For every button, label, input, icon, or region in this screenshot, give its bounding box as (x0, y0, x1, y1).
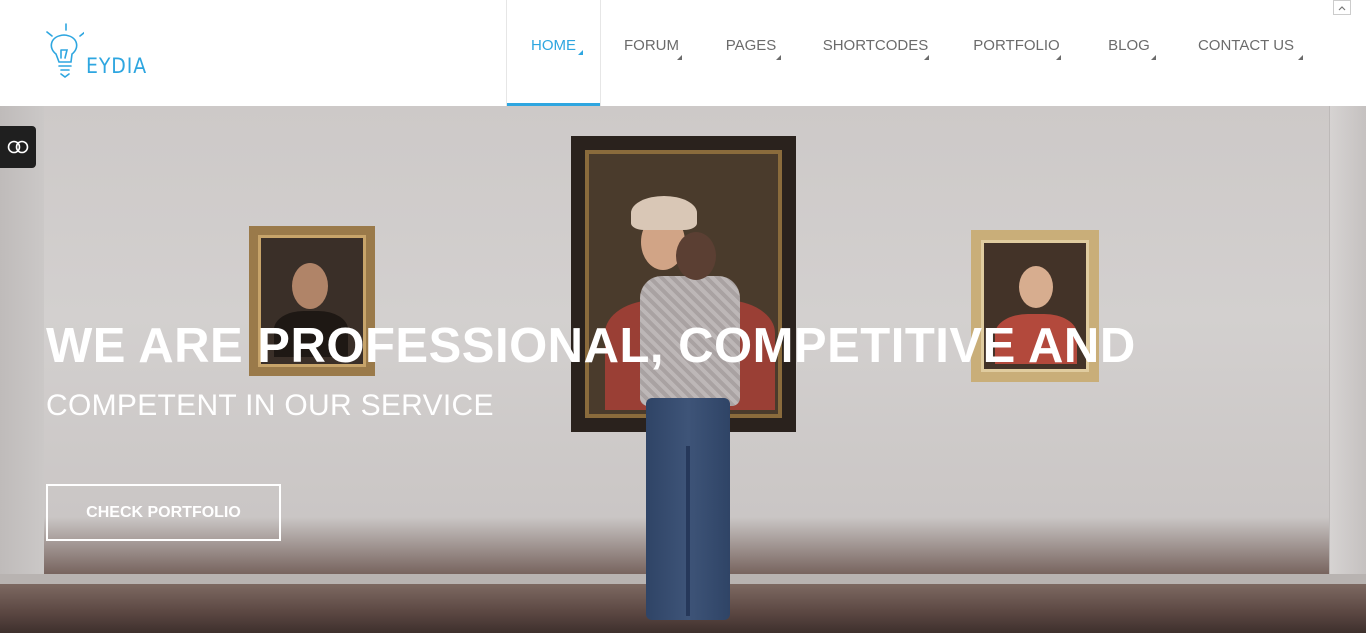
nav-item-label: HOME (531, 36, 576, 54)
caret-icon (776, 55, 781, 60)
visitor-figure-leg-gap (686, 446, 690, 616)
nav-item-label: PAGES (725, 36, 777, 54)
nav-item-label: CONTACT US (1197, 36, 1295, 54)
nav-item-portfolio[interactable]: PORTFOLIO (951, 0, 1082, 106)
caret-icon (1151, 55, 1156, 60)
nav-item-home[interactable]: HOME (506, 0, 601, 106)
hero-title: WE ARE PROFESSIONAL, COMPETITIVE AND (46, 319, 1136, 373)
portrait-face (1019, 266, 1053, 308)
caret-icon (924, 55, 929, 60)
nav-item-contact-us[interactable]: CONTACT US (1176, 0, 1316, 106)
nav-item-pages[interactable]: PAGES (702, 0, 800, 106)
caret-icon (578, 50, 583, 55)
caret-icon (677, 55, 682, 60)
nav-item-shortcodes[interactable]: SHORTCODES (800, 0, 951, 106)
portrait-hat (631, 196, 697, 230)
nav-item-label: BLOG (1108, 36, 1150, 54)
site-logo[interactable]: EYDIA (44, 22, 146, 80)
portrait-face (292, 263, 328, 309)
logo-text: EYDIA (86, 54, 148, 78)
side-panel-toggle[interactable] (0, 126, 36, 168)
nav-item-label: FORUM (624, 36, 679, 54)
lightbulb-icon (46, 23, 84, 78)
nav-item-label: SHORTCODES (822, 36, 929, 54)
main-nav: HOME FORUM PAGES SHORTCODES PORTFOLIO BL… (506, 0, 1316, 106)
gallery-wall-right (1329, 106, 1366, 584)
nav-item-label: PORTFOLIO (973, 36, 1060, 54)
toggle-icon (7, 140, 29, 154)
chevron-up-icon (1338, 5, 1346, 10)
nav-item-blog[interactable]: BLOG (1082, 0, 1176, 106)
caret-icon (1298, 55, 1303, 60)
nav-item-forum[interactable]: FORUM (601, 0, 702, 106)
check-portfolio-button[interactable]: CHECK PORTFOLIO (46, 484, 281, 541)
scroll-top-button[interactable] (1333, 0, 1351, 15)
gallery-wall-left (0, 106, 44, 584)
hero-subtitle: COMPETENT IN OUR SERVICE (46, 389, 494, 422)
visitor-figure-head (676, 232, 716, 280)
hero-section: WE ARE PROFESSIONAL, COMPETITIVE AND COM… (0, 106, 1366, 633)
caret-icon (1056, 55, 1061, 60)
site-header: EYDIA HOME FORUM PAGES SHORTCODES PORTFO… (0, 0, 1366, 106)
